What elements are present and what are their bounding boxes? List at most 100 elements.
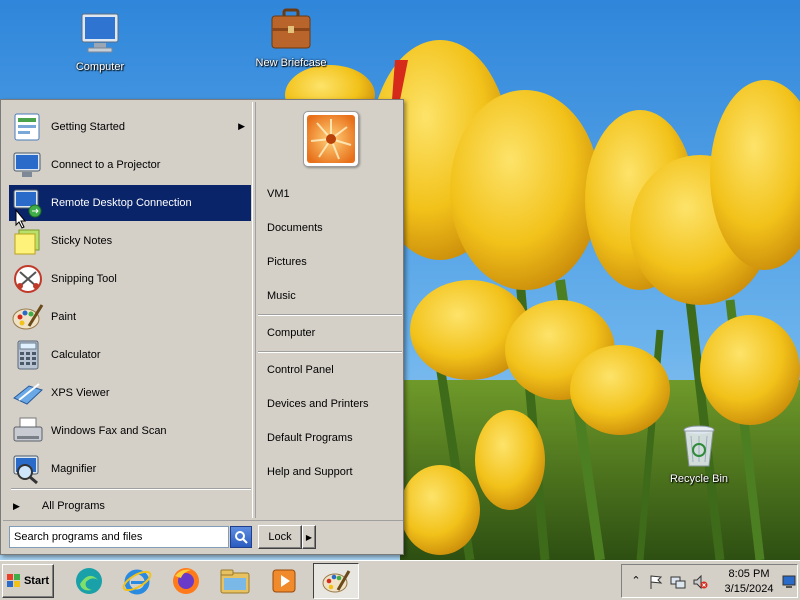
notification-area: ⌃ 8:05 PM 3/15/2024 <box>621 564 798 598</box>
flower-picture-icon <box>307 115 355 163</box>
place-item-computer[interactable]: Computer <box>267 323 315 343</box>
start-menu-programs-pane: Getting Started ▶ Connect to a Projector… <box>3 102 253 518</box>
start-menu-bottom-bar: Lock ▶ <box>3 520 403 554</box>
taskbar-app-internet-explorer[interactable] <box>114 563 160 599</box>
start-menu-item-magnifier[interactable]: Magnifier <box>9 451 251 487</box>
windows-logo-icon <box>6 574 20 587</box>
internet-explorer-icon <box>122 569 152 595</box>
start-menu-item-fax-scan[interactable]: Windows Fax and Scan <box>9 413 251 449</box>
desktop-icon-label: Computer <box>75 61 125 73</box>
user-picture[interactable] <box>303 111 359 167</box>
start-menu-item-calculator[interactable]: Calculator <box>9 337 251 373</box>
place-item-control-panel[interactable]: Control Panel <box>267 360 334 380</box>
fax-scan-icon <box>13 417 43 442</box>
place-label: Music <box>267 290 296 302</box>
start-menu-item-label: Remote Desktop Connection <box>51 197 192 209</box>
firefox-icon <box>173 568 199 594</box>
place-label: Default Programs <box>267 432 353 444</box>
start-menu-item-xps-viewer[interactable]: XPS Viewer <box>9 375 251 411</box>
start-menu-item-sticky-notes[interactable]: Sticky Notes <box>9 223 251 259</box>
place-label: Control Panel <box>267 364 334 376</box>
volume-muted-icon[interactable] <box>692 574 708 590</box>
places-separator <box>258 351 402 353</box>
arrow-right-icon: ▶ <box>13 500 20 511</box>
place-item-devices-printers[interactable]: Devices and Printers <box>267 394 369 414</box>
clock[interactable]: 8:05 PM 3/15/2024 <box>718 567 780 597</box>
all-programs-button[interactable]: ▶ All Programs <box>13 496 105 516</box>
lock-button[interactable]: Lock <box>258 525 302 549</box>
places-separator <box>258 314 402 316</box>
start-menu-item-label: XPS Viewer <box>51 387 110 399</box>
start-menu-item-label: Calculator <box>51 349 101 361</box>
start-menu-places-pane: VM1 Documents Pictures Music Computer Co… <box>255 102 403 518</box>
start-menu-item-label: Snipping Tool <box>51 273 117 285</box>
place-item-default-programs[interactable]: Default Programs <box>267 428 353 448</box>
taskbar-app-paint[interactable] <box>313 563 359 599</box>
taskbar-app-firefox[interactable] <box>163 563 209 599</box>
search-icon <box>235 531 248 544</box>
chevron-up-icon[interactable]: ⌃ <box>628 574 644 590</box>
search-button[interactable] <box>230 526 252 548</box>
place-item-documents[interactable]: Documents <box>267 218 323 238</box>
desktop-icon-label: New Briefcase <box>255 57 327 69</box>
start-menu-item-label: Paint <box>51 311 77 323</box>
place-item-pictures[interactable]: Pictures <box>267 252 307 272</box>
start-menu-item-label: Windows Fax and Scan <box>51 425 167 437</box>
magnifier-icon <box>13 455 39 485</box>
desktop-icon-new-briefcase[interactable]: New Briefcase <box>243 6 339 69</box>
start-menu-item-connect-projector[interactable]: Connect to a Projector <box>9 147 251 183</box>
projector-icon <box>13 152 41 177</box>
start-menu-item-snipping-tool[interactable]: Snipping Tool <box>9 261 251 297</box>
sticky-notes-icon <box>14 229 40 255</box>
place-label: Computer <box>267 327 316 339</box>
desktop-icon-computer[interactable]: Computer <box>52 10 148 73</box>
start-menu-item-getting-started[interactable]: Getting Started ▶ <box>9 109 251 145</box>
start-menu-item-label: Getting Started <box>51 121 125 133</box>
start-menu-item-label: Connect to a Projector <box>51 159 161 171</box>
media-player-icon <box>272 569 296 593</box>
place-label: Help and Support <box>267 466 353 478</box>
place-label: VM1 <box>267 188 290 200</box>
taskbar: Start ⌃ 8:05 PM 3/15/2024 <box>0 560 800 600</box>
place-item-help-support[interactable]: Help and Support <box>267 462 353 482</box>
place-item-music[interactable]: Music <box>267 286 296 306</box>
briefcase-icon <box>271 8 311 49</box>
getting-started-icon <box>14 113 40 141</box>
search-input[interactable] <box>9 526 229 548</box>
start-menu: Getting Started ▶ Connect to a Projector… <box>0 99 404 555</box>
snipping-tool-icon <box>14 265 42 293</box>
start-menu-item-label: Magnifier <box>51 463 97 475</box>
arrow-right-icon: ▶ <box>305 532 313 542</box>
clock-date: 3/15/2024 <box>724 583 774 595</box>
paint-icon <box>12 304 44 330</box>
network-icon[interactable] <box>670 574 686 590</box>
start-menu-item-paint[interactable]: Paint <box>9 299 251 335</box>
desktop-icon-label: Recycle Bin <box>669 473 729 485</box>
desktop-icon-recycle-bin[interactable]: Recycle Bin <box>651 422 747 485</box>
taskbar-app-file-explorer[interactable] <box>212 563 258 599</box>
calculator-icon <box>17 340 39 370</box>
start-menu-item-remote-desktop[interactable]: Remote Desktop Connection <box>9 185 251 221</box>
paint-icon <box>322 570 351 593</box>
file-explorer-icon <box>220 569 250 594</box>
place-label: Pictures <box>267 256 307 268</box>
taskbar-app-media-player[interactable] <box>261 563 307 599</box>
computer-icon <box>81 13 119 53</box>
edge-copilot-icon <box>76 568 102 594</box>
place-label: Documents <box>267 222 323 234</box>
lock-label: Lock <box>268 531 292 543</box>
start-menu-separator <box>11 488 251 490</box>
start-button[interactable]: Start <box>2 564 54 598</box>
recycle-bin-icon <box>683 425 715 467</box>
start-menu-item-label: Sticky Notes <box>51 235 113 247</box>
submenu-arrow-icon: ▶ <box>238 121 245 131</box>
start-label: Start <box>23 575 50 587</box>
mouse-cursor-icon <box>15 209 27 229</box>
taskbar-app-copilot[interactable] <box>66 563 112 599</box>
all-programs-label: All Programs <box>41 500 105 512</box>
clock-time: 8:05 PM <box>728 568 770 580</box>
flag-icon[interactable] <box>648 574 664 590</box>
show-desktop-icon[interactable] <box>782 573 796 589</box>
place-item-user[interactable]: VM1 <box>267 184 290 204</box>
shutdown-options-button[interactable]: ▶ <box>302 525 316 549</box>
